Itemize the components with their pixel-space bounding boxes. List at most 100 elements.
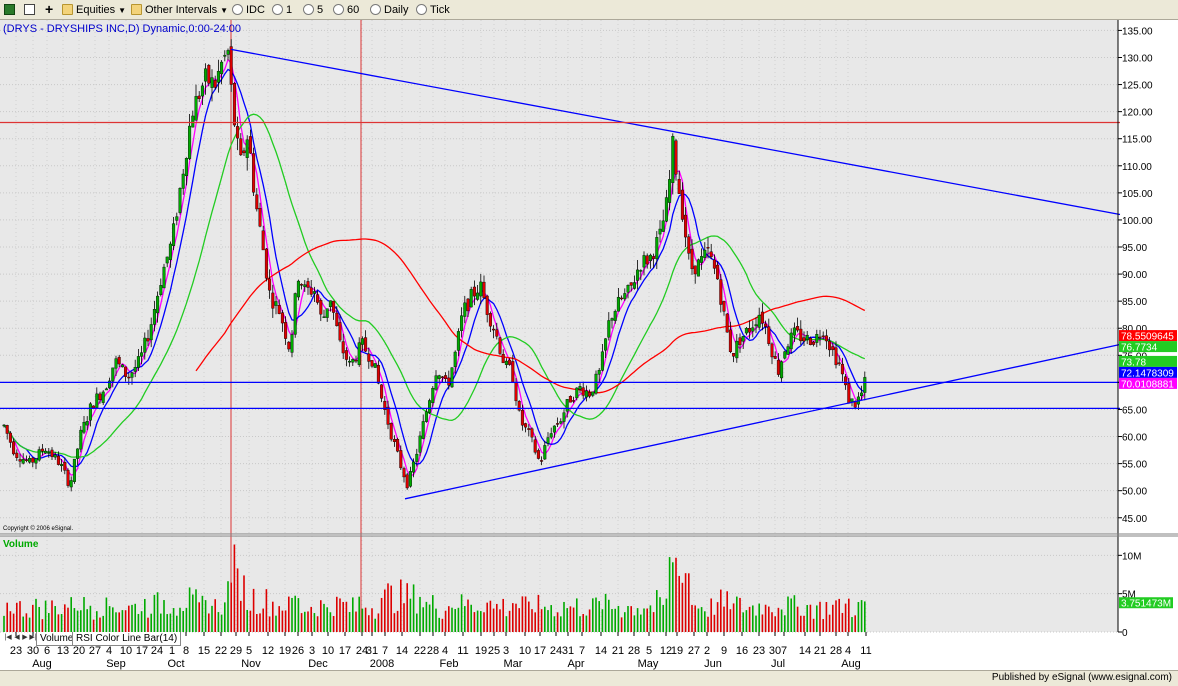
x-tick-label: 19 <box>671 645 683 657</box>
x-tick-label: 12 <box>262 645 274 657</box>
prev-tab-icon[interactable]: ◀ <box>13 633 21 643</box>
volume-bar <box>403 603 405 632</box>
candle-body <box>636 269 640 281</box>
candle-body <box>463 302 467 317</box>
volume-bar <box>547 610 549 632</box>
volume-bar <box>67 607 69 632</box>
x-month-label: Jul <box>771 658 785 670</box>
interval-idc[interactable]: IDC <box>232 2 265 18</box>
candle-body <box>674 140 678 175</box>
x-tick-label: 22 <box>414 645 426 657</box>
volume-bar <box>569 606 572 632</box>
volume-bar <box>38 606 40 632</box>
candle-body <box>450 367 454 388</box>
interval-60[interactable]: 60 <box>333 2 359 18</box>
price-label-text: 73.78 <box>1121 357 1146 368</box>
x-month-label: Sep <box>106 658 126 670</box>
candle-body <box>44 450 48 454</box>
candle-body <box>114 358 118 369</box>
candle-body <box>709 251 713 258</box>
volume-bar <box>857 602 860 632</box>
candle-body <box>207 64 211 84</box>
volume-bar <box>732 603 735 632</box>
volume-bar <box>585 615 588 632</box>
candle-body <box>316 294 320 303</box>
candle-body <box>271 292 275 309</box>
candle-body <box>92 405 96 409</box>
other-intervals-menu[interactable]: Other Intervals ▼ <box>131 2 228 18</box>
candle-body <box>18 459 22 462</box>
candle-body <box>60 464 64 467</box>
volume-bar <box>195 589 197 632</box>
volume-bar <box>60 614 63 632</box>
add-icon[interactable]: + <box>45 1 53 17</box>
interval-tick[interactable]: Tick <box>416 2 450 18</box>
candle-body <box>604 338 608 351</box>
volume-bar <box>265 589 268 632</box>
candle-body <box>687 236 691 254</box>
candle-body <box>412 461 416 473</box>
candle-body <box>274 301 278 306</box>
volume-bar <box>288 596 290 632</box>
candle-body <box>226 50 230 55</box>
volume-bar <box>572 607 575 632</box>
x-month-label: Dec <box>308 658 328 670</box>
volume-bar <box>140 611 143 632</box>
volume-bar <box>566 608 568 632</box>
chart-icon[interactable] <box>4 2 18 18</box>
candle-body <box>703 249 707 258</box>
candle-body <box>732 353 736 357</box>
candle-body <box>824 335 828 342</box>
volume-bar <box>147 617 149 632</box>
candle-body <box>536 450 540 459</box>
candle-body <box>437 375 441 379</box>
price-label-text: 78.5509645 <box>1121 332 1174 343</box>
dropdown-arrow-icon: ▼ <box>220 6 229 15</box>
first-tab-icon[interactable]: |◀ <box>4 633 12 643</box>
volume-bar <box>451 607 453 632</box>
candle-body <box>236 126 240 139</box>
candle-body <box>322 316 326 318</box>
x-tick-label: 23 <box>753 645 765 657</box>
candle-body <box>239 138 243 156</box>
price-chart[interactable]: 135.00 130.00 125.00 120.00 115.00 110.00 105.… <box>0 20 1178 670</box>
interval-1-label: 1 <box>286 4 293 16</box>
interval-1[interactable]: 1 <box>272 2 292 18</box>
volume-bar <box>233 544 236 632</box>
volume-title: Volume <box>3 539 39 550</box>
tab-rsi[interactable]: RSI Color Line Bar(14) <box>72 632 182 646</box>
equities-menu[interactable]: Equities ▼ <box>62 2 126 18</box>
candle-body <box>744 328 748 334</box>
candle-body <box>492 328 496 331</box>
volume-bar <box>499 609 501 632</box>
candle-body <box>354 359 358 362</box>
volume-bar <box>822 619 824 632</box>
volume-bar <box>409 598 412 632</box>
properties-icon[interactable] <box>24 2 38 18</box>
candle-body <box>284 322 288 339</box>
candle-body <box>408 471 412 487</box>
candle-body <box>184 157 188 177</box>
volume-bar <box>483 612 485 632</box>
candle-body <box>143 337 147 353</box>
interval-5[interactable]: 5 <box>303 2 323 18</box>
volume-bar <box>809 604 812 632</box>
volume-bar <box>444 610 447 632</box>
candle-body <box>341 341 345 354</box>
candle-body <box>428 400 432 413</box>
volume-bar <box>192 594 194 632</box>
volume-bar <box>275 615 277 632</box>
candle-body <box>204 68 208 82</box>
next-tab-icon[interactable]: ▶ <box>21 633 29 643</box>
candle-body <box>213 80 217 88</box>
volume-bar <box>406 583 408 632</box>
volume-bar <box>313 613 316 632</box>
interval-daily[interactable]: Daily <box>370 2 408 18</box>
candle-body <box>613 311 617 321</box>
x-month-label: Jun <box>704 658 722 670</box>
x-tick-label: 24 <box>151 645 163 657</box>
volume-bar <box>672 562 674 632</box>
idc-label: IDC <box>246 4 265 16</box>
y-tick-label: 60.00 <box>1122 433 1147 444</box>
y-tick-label: 65.00 <box>1122 405 1147 416</box>
